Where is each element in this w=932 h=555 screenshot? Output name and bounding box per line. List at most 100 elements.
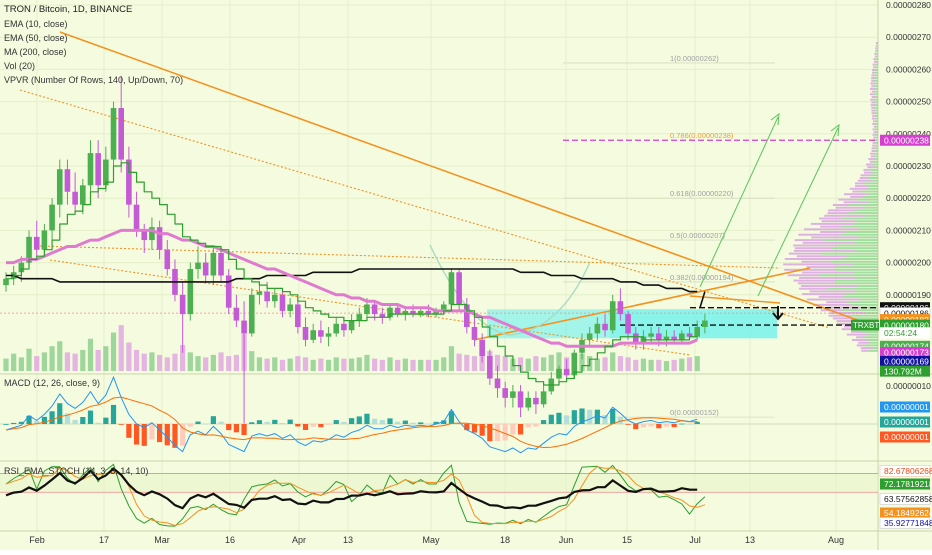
vpvr-bar-down [869, 160, 874, 163]
volume-bar [287, 358, 293, 371]
vpvr-bar-up [876, 123, 878, 125]
vpvr-bar-up [835, 282, 878, 285]
vpvr-bar-down [871, 96, 877, 98]
time-tick-label: May [422, 535, 440, 545]
vpvr-bar-down [851, 330, 863, 333]
candle-body [656, 333, 662, 340]
fib-label: 0.382(0.00000194) [670, 273, 734, 282]
vpvr-bar-down [873, 58, 876, 61]
vpvr-bar-up [875, 87, 878, 90]
rsi-badge-label: 82.67806268 [884, 466, 932, 476]
vpvr-bar-down [872, 63, 875, 66]
vpvr-bar-down [860, 174, 871, 177]
macd-histogram-bar [210, 416, 216, 424]
vpvr-bar-down [843, 201, 869, 204]
vpvr-bar-down [799, 276, 856, 279]
vpvr-bar-down [866, 163, 872, 166]
vpvr-bar-down [793, 249, 857, 252]
vpvr-bar-down [821, 220, 856, 223]
vpvr-bar-up [860, 298, 878, 301]
macd-histogram-bar [587, 409, 593, 424]
vpvr-bar-up [874, 150, 878, 152]
candle-body [325, 333, 332, 337]
vpvr-bar-up [876, 69, 878, 71]
candle-body [164, 249, 171, 270]
price-tick-label: 0.00000230 [886, 161, 931, 171]
candle-body [533, 397, 539, 405]
macd-histogram-bar [187, 424, 193, 427]
macd-histogram-bar [663, 424, 670, 427]
vpvr-bar-down [869, 93, 874, 96]
vpvr-bar-up [877, 42, 878, 44]
volume-bar [679, 358, 685, 371]
macd-histogram-bar [302, 424, 309, 430]
vpvr-bar-up [876, 55, 878, 58]
volume-bar [448, 346, 455, 371]
volume-bar [617, 356, 623, 371]
price-tick-label: 0.00000270 [886, 32, 931, 42]
volume-bar [349, 358, 355, 371]
volume-bar [49, 346, 55, 371]
vpvr-bar-up [873, 347, 878, 350]
candle-body [310, 330, 316, 340]
volume-bar [387, 357, 393, 371]
candle-body [510, 391, 516, 398]
macd-histogram-bar [686, 423, 693, 425]
vpvr-bar-down [863, 168, 869, 171]
vpvr-bar-down [796, 255, 849, 258]
macd-histogram-bar [80, 417, 86, 424]
candle-body [279, 294, 286, 311]
vpvr-bar-up [855, 290, 878, 293]
macd-histogram-bar [541, 420, 547, 424]
macd-histogram-bar [233, 424, 239, 433]
vpvr-bar-down [818, 217, 842, 220]
vpvr-bar-up [873, 106, 878, 109]
vpvr-bar-up [874, 128, 878, 131]
vpvr-bar-down [818, 295, 843, 298]
vpvr-bar-up [857, 198, 878, 201]
macd-histogram-bar [502, 424, 508, 441]
volume-bar [302, 357, 309, 371]
vpvr-bar-down [872, 128, 875, 131]
vpvr-bar-down [875, 42, 878, 44]
candle-body [295, 304, 301, 327]
vpvr-bar-up [863, 195, 878, 198]
volume-bar [172, 353, 178, 371]
vpvr-bar-up [858, 228, 878, 231]
vpvr-bar-down [824, 214, 865, 217]
vpvr-bar-up [876, 44, 878, 47]
vpvr-bar-down [872, 144, 877, 147]
volume-bar [26, 348, 32, 371]
macd-histogram-bar [325, 424, 332, 425]
vpvr-bar-up [846, 301, 878, 304]
volume-bar [226, 356, 232, 371]
candle-body [609, 301, 616, 331]
vpvr-bar-down [838, 198, 858, 201]
vpvr-bar-down [827, 212, 849, 215]
candle-body [256, 291, 263, 295]
candle-body [133, 204, 140, 231]
candle-body [248, 294, 255, 334]
macd-histogram-bar [333, 420, 339, 424]
vpvr-bar-down [871, 101, 876, 104]
vpvr-bar-up [834, 279, 878, 282]
candle-body [371, 304, 378, 315]
vpvr-bar-up [823, 239, 878, 242]
candle-body [487, 355, 493, 379]
vpvr-bar-down [871, 69, 877, 71]
vpvr-bar-up [851, 314, 878, 317]
vpvr-bar-up [874, 63, 878, 66]
price-badge-label: 0.00000169 [884, 357, 929, 367]
vpvr-bar-up [864, 344, 878, 347]
macd-histogram-bar [164, 424, 170, 446]
macd-histogram-bar [310, 424, 316, 427]
candle-body [333, 323, 340, 334]
candle-body [694, 327, 700, 337]
vpvr-bar-up [821, 252, 878, 255]
vpvr-bar-up [845, 293, 878, 296]
vpvr-bar-down [861, 349, 869, 352]
candle-body [95, 153, 101, 186]
vpvr-bar-up [855, 241, 878, 244]
legend-vol: Vol (20) [4, 61, 35, 71]
macd-histogram-bar [694, 421, 700, 424]
